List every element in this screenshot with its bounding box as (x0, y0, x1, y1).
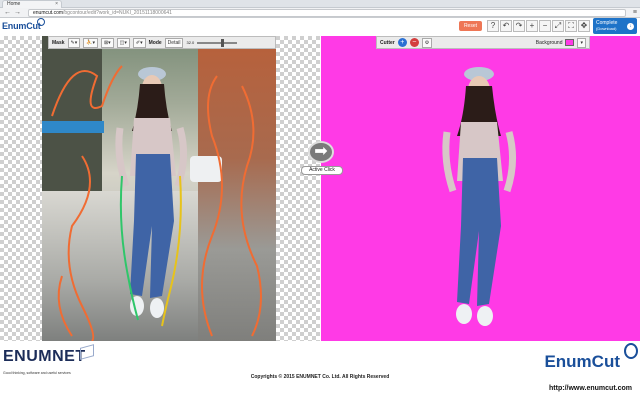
cutter-label: Cutter (380, 39, 395, 46)
enumcut-pen-icon (624, 343, 638, 359)
browser-tab[interactable]: Home × (2, 0, 62, 8)
background-label: Background (535, 39, 563, 46)
process-arrow-icon[interactable]: ➡ (308, 141, 334, 163)
mode-label: Mode (148, 39, 162, 46)
forward-icon[interactable]: → (14, 9, 21, 17)
tab-title: Home (7, 1, 21, 7)
cutter-toolbar: Cutter + − ⚙ Background ▾ (376, 36, 590, 49)
brush-size-value: 32.0 (186, 40, 195, 45)
eraser-icon[interactable]: ◫▾ (116, 37, 130, 48)
copyright-text: Copyrights © 2015 ENUMNET Co. Ltd. All R… (250, 374, 390, 380)
website-link[interactable]: http://www.enumcut.com (549, 385, 632, 392)
mode-select[interactable]: Detail (164, 37, 184, 48)
mask-label: Mask (52, 39, 65, 46)
browser-tabbar: Home × (0, 0, 640, 8)
add-region-icon[interactable]: + (397, 38, 407, 47)
zoom-in-icon[interactable]: + (526, 19, 538, 32)
browser-menu-icon[interactable]: ≡ (633, 9, 637, 17)
undo-icon[interactable]: ↶ (500, 19, 512, 32)
help-icon[interactable]: ? (487, 19, 499, 32)
source-canvas[interactable] (0, 36, 320, 341)
enumcut-footer-logo: EnumCut (544, 352, 620, 371)
enumcut-logo: EnumCut (2, 18, 45, 31)
background-dropdown-icon[interactable]: ▾ (577, 37, 586, 48)
result-canvas[interactable] (321, 36, 640, 341)
brush-tool-icon[interactable]: ✎▾ (67, 37, 81, 48)
redo-icon[interactable]: ↷ (513, 19, 525, 32)
fit-icon[interactable]: ⤢ (552, 19, 564, 32)
enumnet-cube-icon (80, 344, 94, 360)
paint-icon[interactable]: ✐▾ (132, 37, 146, 48)
url-field[interactable]: enumcut.com/bgcontour/edit?work_id=NUKI_… (28, 9, 626, 17)
brush-size-slider[interactable] (197, 38, 238, 47)
zoom-out-icon[interactable]: − (539, 19, 551, 32)
address-bar: ← → enumcut.com/bgcontour/edit?work_id=N… (0, 8, 640, 18)
footer: ENUMNET Good thinking, software and usef… (0, 341, 640, 396)
back-icon[interactable]: ← (4, 9, 11, 17)
background-color-swatch[interactable] (565, 39, 575, 46)
url-host: enumcut.com (33, 10, 64, 16)
logo-text: EnumCut (2, 21, 41, 31)
keep-brush-icon[interactable]: ⛹▾ (83, 37, 98, 48)
background-strokes (51, 65, 262, 341)
url-path: /bgcontour/edit?work_id=NUKI_20151118000… (63, 10, 172, 16)
complete-download-button[interactable]: Complete (Download) ↓ (593, 18, 637, 34)
move-icon[interactable]: ✥ (578, 19, 590, 32)
remove-brush-icon[interactable]: ⊠▾ (100, 37, 114, 48)
enumnet-logo: ENUMNET (3, 348, 86, 365)
top-toolbar: Reset ? ↶ ↷ + − ⤢ ⛶ ✥ (458, 18, 590, 33)
settings-icon[interactable]: ⚙ (421, 37, 433, 48)
subject-figure-right (442, 67, 516, 326)
download-icon: ↓ (627, 23, 634, 30)
app-header: EnumCut Reset ? ↶ ↷ + − ⤢ ⛶ ✥ Complete (… (0, 18, 640, 36)
logo-mark-icon (37, 18, 45, 26)
source-photo[interactable] (42, 36, 276, 341)
remove-region-icon[interactable]: − (409, 38, 419, 47)
reset-button[interactable]: Reset (458, 20, 482, 31)
active-click-label: Active Click (301, 166, 343, 175)
tab-close-icon[interactable]: × (55, 1, 58, 8)
fullscreen-icon[interactable]: ⛶ (565, 19, 577, 32)
mask-toolbar: Mask ✎▾ ⛹▾ ⊠▾ ◫▾ ✐▾ Mode Detail 32.0 (48, 36, 276, 49)
